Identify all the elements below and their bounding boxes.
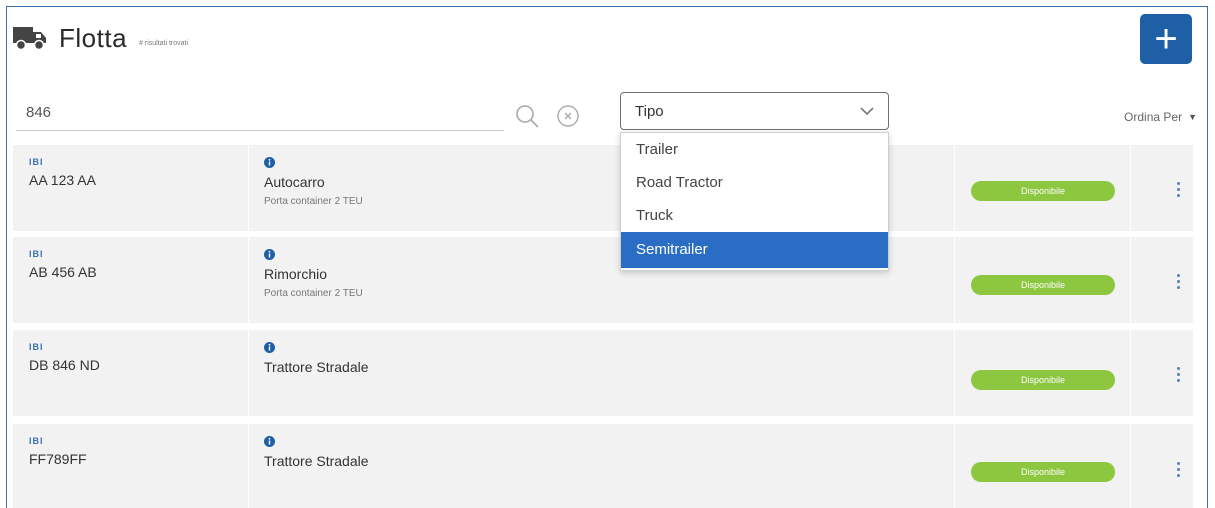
sort-label: Ordina Per — [1124, 110, 1183, 124]
info-icon[interactable] — [264, 436, 275, 447]
search-icon[interactable] — [514, 103, 540, 129]
option-semitrailer[interactable]: Semitrailer — [621, 232, 888, 268]
clear-search-icon[interactable] — [556, 104, 580, 128]
results-count: # risultati trovati — [139, 39, 189, 47]
option-truck[interactable]: Truck — [621, 199, 888, 232]
chevron-down-icon — [860, 107, 874, 116]
option-road-tractor[interactable]: Road Tractor — [621, 166, 888, 199]
status-cell: Disponibile — [955, 424, 1131, 508]
table-row[interactable]: IBI AB 456 AB Rimorchio Porta container … — [13, 237, 1193, 323]
type-select[interactable]: Tipo — [620, 92, 889, 130]
search-field — [16, 96, 504, 131]
sort-dropdown[interactable]: Ordina Per ▼ — [1124, 110, 1197, 124]
info-icon[interactable] — [264, 249, 275, 260]
page-title: Flotta — [59, 22, 128, 53]
status-badge: Disponibile — [971, 181, 1115, 201]
plate-number: AB 456 AB — [29, 264, 97, 280]
caret-down-icon: ▼ — [1188, 112, 1197, 122]
vehicle-type: Rimorchio — [264, 266, 328, 282]
flag-icon: IBI — [29, 342, 44, 352]
more-options-icon[interactable] — [1177, 182, 1181, 198]
more-options-icon[interactable] — [1177, 367, 1181, 383]
vehicle-type: Autocarro — [264, 174, 325, 190]
actions-cell — [1131, 145, 1193, 231]
status-cell: Disponibile — [955, 237, 1131, 323]
status-cell: Disponibile — [955, 330, 1131, 416]
type-select-label: Tipo — [635, 102, 664, 120]
truck-icon — [13, 27, 46, 51]
info-icon[interactable] — [264, 157, 275, 168]
plate-cell: IBI AB 456 AB — [13, 237, 249, 323]
table-row[interactable]: IBI DB 846 ND Trattore Stradale Disponib… — [13, 330, 1193, 416]
status-badge: Disponibile — [971, 462, 1115, 482]
more-options-icon[interactable] — [1177, 274, 1181, 290]
status-badge: Disponibile — [971, 275, 1115, 295]
flag-icon: IBI — [29, 436, 44, 446]
plate-number: DB 846 ND — [29, 357, 100, 373]
plus-icon: + — [1154, 17, 1178, 61]
flag-icon: IBI — [29, 249, 44, 259]
option-trailer[interactable]: Trailer — [621, 133, 888, 166]
actions-cell — [1131, 424, 1193, 508]
more-options-icon[interactable] — [1177, 462, 1181, 478]
info-icon[interactable] — [264, 342, 275, 353]
flag-icon: IBI — [29, 157, 44, 167]
vehicle-cell: Trattore Stradale — [249, 424, 955, 508]
search-input[interactable] — [16, 96, 504, 128]
page-header: Flotta # risultati trovati — [13, 18, 188, 58]
actions-cell — [1131, 330, 1193, 416]
table-row[interactable]: IBI AA 123 AA Autocarro Porta container … — [13, 145, 1193, 231]
table-row[interactable]: IBI FF789FF Trattore Stradale Disponibil… — [13, 424, 1193, 508]
plate-cell: IBI AA 123 AA — [13, 145, 249, 231]
vehicle-type: Trattore Stradale — [264, 453, 369, 469]
actions-cell — [1131, 237, 1193, 323]
vehicle-cell: Trattore Stradale — [249, 330, 955, 416]
status-badge: Disponibile — [971, 370, 1115, 390]
plate-number: FF789FF — [29, 451, 87, 467]
vehicle-type: Trattore Stradale — [264, 359, 369, 375]
plate-cell: IBI FF789FF — [13, 424, 249, 508]
plate-number: AA 123 AA — [29, 172, 96, 188]
add-vehicle-button[interactable]: + — [1140, 14, 1192, 64]
status-cell: Disponibile — [955, 145, 1131, 231]
vehicle-description: Porta container 2 TEU — [264, 196, 363, 207]
type-dropdown-menu: Trailer Road Tractor Truck Semitrailer — [620, 132, 889, 271]
plate-cell: IBI DB 846 ND — [13, 330, 249, 416]
vehicle-description: Porta container 2 TEU — [264, 288, 363, 299]
